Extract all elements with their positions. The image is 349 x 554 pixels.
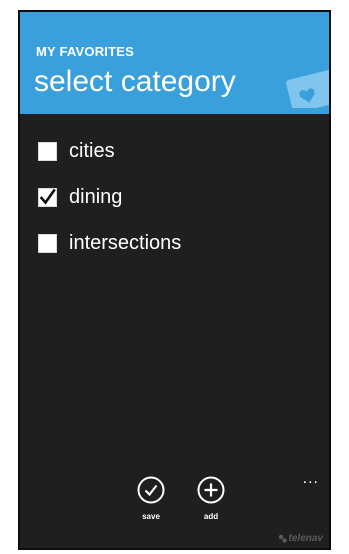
save-label: save (142, 512, 160, 521)
category-item-intersections[interactable]: intersections (38, 228, 181, 258)
save-button[interactable]: save (131, 476, 171, 521)
check-circle-icon (137, 476, 165, 504)
application-bar: save add ... telenav (20, 468, 329, 548)
heart-card-icon (286, 68, 329, 108)
checkbox-dining[interactable] (38, 187, 57, 207)
brand-name: telenav (288, 533, 323, 544)
category-item-dining[interactable]: dining (38, 182, 122, 212)
category-label: dining (69, 185, 123, 208)
checkmark-icon (40, 188, 56, 205)
phone-screen: MY FAVORITES select category cities dini… (18, 10, 331, 550)
telenav-logo-icon (278, 534, 287, 543)
add-button[interactable]: add (191, 476, 231, 521)
add-label: add (203, 512, 219, 521)
category-label: cities (69, 139, 115, 162)
plus-circle-icon (197, 476, 225, 504)
page-title: select category (34, 65, 236, 98)
checkbox-intersections[interactable] (38, 233, 57, 253)
page-header: MY FAVORITES select category (20, 12, 329, 114)
more-options-button[interactable]: ... (303, 470, 319, 488)
brand-logo: telenav (278, 533, 323, 544)
category-label: intersections (69, 231, 182, 254)
app-title: MY FAVORITES (36, 44, 134, 59)
category-item-cities[interactable]: cities (38, 136, 115, 166)
checkbox-cities[interactable] (38, 141, 57, 161)
